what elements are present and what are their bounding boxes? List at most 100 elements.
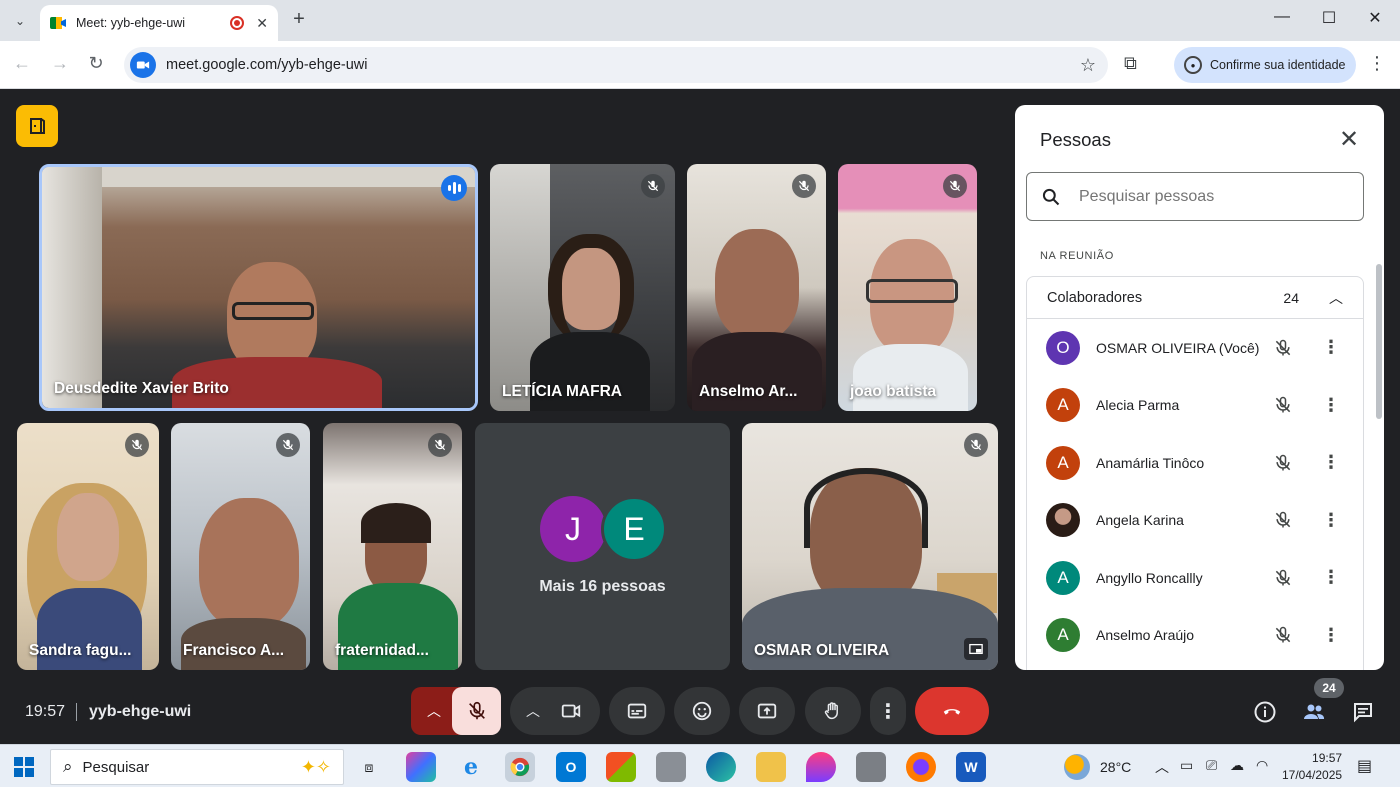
recording-indicator-icon xyxy=(230,16,245,30)
task-view-icon[interactable]: ⧈ xyxy=(354,752,384,782)
more-options-icon[interactable]: ⋮ xyxy=(1322,337,1340,358)
participant-name: Sandra fagu... xyxy=(29,642,132,659)
search-people-field[interactable] xyxy=(1026,172,1364,221)
more-participants-tile[interactable]: J E Mais 16 pessoas xyxy=(475,423,730,670)
copilot-app-icon[interactable] xyxy=(406,752,436,782)
avatar: A xyxy=(1046,618,1080,653)
close-icon[interactable]: ✕ xyxy=(1339,125,1359,154)
address-bar[interactable]: meet.google.com/yyb-ehge-uwi ☆ xyxy=(124,47,1108,83)
chat-icon xyxy=(1354,703,1372,723)
avatar: E xyxy=(601,496,667,562)
search-icon xyxy=(1042,188,1060,205)
notification-icon[interactable]: ▤ xyxy=(1357,756,1372,776)
close-window-button[interactable]: ✕ xyxy=(1365,8,1385,28)
chevron-up-icon[interactable]: ︿ xyxy=(526,701,540,721)
identity-button[interactable]: ● Confirme sua identidade xyxy=(1174,47,1356,83)
more-options-icon[interactable]: ⋮ xyxy=(1322,625,1340,646)
more-options-icon[interactable]: ⋮ xyxy=(1322,395,1340,416)
self-view-tile[interactable]: OSMAR OLIVEIRA xyxy=(742,423,998,670)
more-options-icon[interactable]: ⋮ xyxy=(1322,510,1340,531)
windows-start-icon[interactable] xyxy=(14,757,34,777)
display-icon[interactable]: ⎚ xyxy=(1206,757,1217,774)
chevron-up-icon[interactable]: ︿ xyxy=(1155,757,1169,777)
camera-control: ︿ xyxy=(510,687,600,735)
participant-tile[interactable]: fraternidad... xyxy=(323,423,462,670)
search-people-input[interactable] xyxy=(1079,187,1339,206)
present-screen-button[interactable] xyxy=(739,687,795,735)
wifi-icon[interactable]: ◠ xyxy=(1256,757,1268,774)
tab-close-icon[interactable]: ✕ xyxy=(256,15,268,32)
camera-button[interactable] xyxy=(560,700,582,727)
participant-row[interactable]: A Anamárlia Tinôco ⋮ xyxy=(1027,434,1363,492)
outlook-app-icon[interactable]: O xyxy=(556,752,586,782)
cloud-icon[interactable]: ☁ xyxy=(1230,757,1244,774)
minimize-button[interactable]: — xyxy=(1272,8,1292,26)
store-app-icon[interactable] xyxy=(606,752,636,782)
participant-tile[interactable]: Anselmo Ar... xyxy=(687,164,826,411)
avatar: O xyxy=(1046,330,1080,365)
back-arrow-icon[interactable]: ← xyxy=(10,53,34,74)
forward-arrow-icon[interactable]: → xyxy=(48,53,72,74)
chevron-up-icon[interactable]: ︿ xyxy=(427,701,441,721)
reload-icon[interactable]: ↻ xyxy=(84,53,108,74)
file-explorer-icon[interactable] xyxy=(756,752,786,782)
chrome-app-icon[interactable] xyxy=(505,752,535,782)
internet-explorer-icon[interactable]: e xyxy=(456,752,486,782)
more-options-icon[interactable]: ⋮ xyxy=(1322,452,1340,473)
participant-tile[interactable]: Deusdedite Xavier Brito xyxy=(39,164,478,411)
picture-in-picture-icon[interactable] xyxy=(964,638,988,660)
people-button[interactable] xyxy=(1301,699,1327,725)
emoji-icon xyxy=(692,701,712,721)
microphone-control: ︿ xyxy=(411,687,501,735)
avatar: J xyxy=(540,496,606,562)
muted-mic-icon xyxy=(964,433,988,457)
more-options-icon[interactable]: ⋮ xyxy=(1322,567,1340,588)
maximize-button[interactable]: ☐ xyxy=(1319,8,1339,28)
raise-hand-button[interactable] xyxy=(805,687,861,735)
tab-search-button[interactable]: ⌄ xyxy=(6,7,34,35)
taskbar-clock[interactable]: 19:57 17/04/2025 xyxy=(1282,750,1342,784)
captions-button[interactable] xyxy=(609,687,665,735)
new-tab-button[interactable]: + xyxy=(288,8,310,31)
chat-button[interactable] xyxy=(1350,699,1376,725)
hang-up-icon xyxy=(943,709,961,715)
weather-temperature[interactable]: 28°C xyxy=(1100,759,1131,775)
participant-tile[interactable]: LETÍCIA MAFRA xyxy=(490,164,675,411)
participant-row[interactable]: A Angyllo Roncallly ⋮ xyxy=(1027,549,1363,607)
leave-call-button[interactable] xyxy=(915,687,989,735)
participant-row[interactable]: O OSMAR OLIVEIRA (Você) ⋮ xyxy=(1027,319,1363,377)
bookmark-star-icon[interactable]: ☆ xyxy=(1080,55,1096,76)
app-icon[interactable] xyxy=(856,752,886,782)
panel-scrollbar[interactable] xyxy=(1376,264,1382,419)
firefox-app-icon[interactable] xyxy=(906,752,936,782)
browser-menu-icon[interactable]: ⋮ xyxy=(1368,53,1386,74)
app-icon[interactable] xyxy=(656,752,686,782)
extensions-puzzle-icon[interactable]: ⧉ xyxy=(1124,53,1137,74)
word-app-icon[interactable]: W xyxy=(956,752,986,782)
collaborators-group-header[interactable]: Colaboradores 24 ︿ xyxy=(1027,277,1363,319)
meeting-code: yyb-ehge-uwi xyxy=(89,703,192,720)
more-options-button[interactable]: ⋮ xyxy=(870,687,906,735)
meeting-details-button[interactable] xyxy=(1252,699,1278,725)
taskbar-search-placeholder: Pesquisar xyxy=(82,758,150,776)
participant-row[interactable]: Angela Karina ⋮ xyxy=(1027,492,1363,550)
battery-icon[interactable]: ▭ xyxy=(1180,757,1193,774)
app-drop-icon[interactable] xyxy=(806,752,836,782)
url-text[interactable]: meet.google.com/yyb-ehge-uwi xyxy=(166,57,1080,73)
participant-row[interactable]: A Anselmo Araújo ⋮ xyxy=(1027,607,1363,665)
participant-tile[interactable]: Sandra fagu... xyxy=(17,423,159,670)
participant-tile[interactable]: joao batista xyxy=(838,164,977,411)
chevron-up-icon[interactable]: ︿ xyxy=(1329,288,1343,308)
taskbar-search-box[interactable]: ⌕ Pesquisar ✦✧ xyxy=(50,749,344,785)
reactions-button[interactable] xyxy=(674,687,730,735)
edge-app-icon[interactable] xyxy=(706,752,736,782)
participant-row[interactable]: A Alecia Parma ⋮ xyxy=(1027,377,1363,435)
meet-site-icon[interactable] xyxy=(130,52,156,78)
clock-date: 17/04/2025 xyxy=(1282,768,1343,782)
companion-mode-button[interactable] xyxy=(16,105,58,147)
weather-icon[interactable] xyxy=(1064,754,1090,780)
browser-tab-meet[interactable]: Meet: yyb-ehge-uwi ✕ xyxy=(40,5,278,41)
avatar: A xyxy=(1046,388,1080,423)
participant-tile[interactable]: Francisco A... xyxy=(171,423,310,670)
unmute-button[interactable] xyxy=(452,687,501,735)
